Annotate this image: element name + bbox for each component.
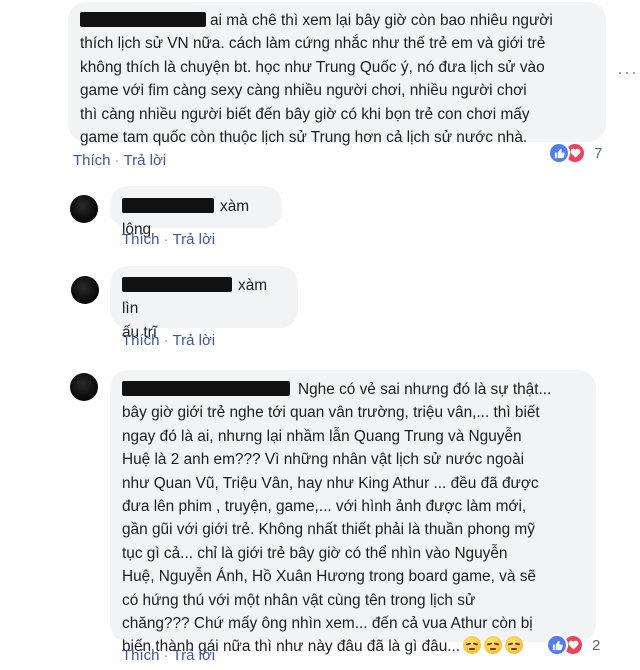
like-reaction-icon — [546, 634, 568, 656]
comment-actions: Thích · Trả lời — [122, 231, 215, 248]
reply-button[interactable]: Trả lời — [124, 152, 167, 169]
avatar[interactable] — [71, 276, 99, 304]
redacted-author-name[interactable] — [80, 12, 206, 27]
redacted-author-name[interactable] — [122, 198, 214, 213]
separator: · — [163, 647, 169, 664]
comment-bubble: xàm lông — [110, 186, 282, 238]
comment-actions: Thích · Trả lời — [122, 332, 215, 349]
reaction-summary[interactable]: 7 — [548, 142, 602, 164]
reply-button[interactable]: Trả lời — [173, 647, 216, 664]
comment-actions: Thích · Trả lời — [122, 647, 215, 664]
separator: · — [163, 332, 169, 349]
like-button[interactable]: Thích — [73, 152, 111, 169]
comment-bubble: Nghe có vẻ sai nhưng đó là sự thật... bâ… — [110, 370, 596, 655]
reply-button[interactable]: Trả lời — [173, 231, 216, 248]
separator: · — [114, 152, 120, 169]
more-options-icon[interactable]: ··· — [617, 63, 638, 81]
reaction-summary[interactable]: 2 — [546, 634, 600, 656]
comment-bubble: xàm lìn ấu trĩ — [110, 266, 298, 341]
separator: · — [163, 231, 169, 248]
like-button[interactable]: Thích — [122, 332, 160, 349]
redacted-author-name[interactable] — [122, 381, 290, 396]
reaction-count: 2 — [592, 636, 601, 654]
like-button[interactable]: Thích — [122, 647, 160, 664]
relieved-face-emoji-icon — [505, 636, 524, 655]
like-button[interactable]: Thích — [122, 231, 160, 248]
avatar[interactable] — [70, 195, 98, 223]
comment-actions: Thích · Trả lời — [73, 152, 166, 169]
relieved-face-emoji-icon — [463, 636, 482, 655]
comment-text: Nghe có vẻ sai nhưng đó là sự thật... bâ… — [122, 381, 552, 656]
reply-button[interactable]: Trả lời — [173, 332, 216, 349]
redacted-author-name[interactable] — [122, 277, 232, 292]
reaction-count: 7 — [594, 144, 603, 162]
like-reaction-icon — [548, 142, 570, 164]
comment-text: ai mà chê thì xem lại bây giờ còn bao nh… — [80, 12, 553, 147]
comment-bubble: ai mà chê thì xem lại bây giờ còn bao nh… — [68, 2, 606, 146]
avatar[interactable] — [70, 373, 98, 401]
relieved-face-emoji-icon — [484, 636, 503, 655]
